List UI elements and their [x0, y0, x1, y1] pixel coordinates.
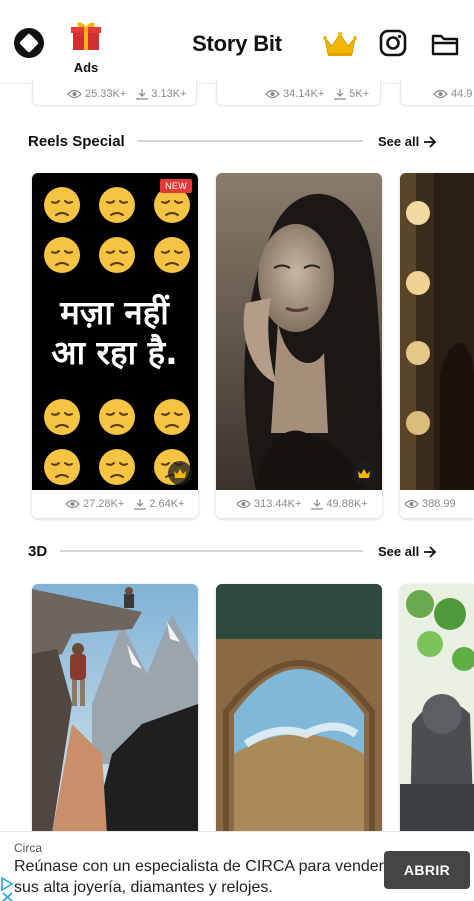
downloads-count: 2.64K+	[149, 498, 185, 510]
sad-face-emoji	[97, 185, 137, 225]
story-card[interactable]	[216, 584, 382, 834]
see-all-button[interactable]: See all	[378, 544, 437, 559]
folder-icon	[431, 34, 459, 56]
sad-face-emoji	[42, 235, 82, 275]
story-card[interactable]	[32, 584, 198, 834]
see-all-label: See all	[378, 544, 420, 559]
see-all-button[interactable]: See all	[378, 134, 437, 149]
arch-image	[216, 584, 382, 834]
folder-button[interactable]	[430, 30, 460, 58]
story-card[interactable]: 313.44K+ 49.88K+	[216, 173, 382, 518]
card-footer: 388.99	[400, 490, 474, 518]
story-card[interactable]: मज़ा नहीं आ रहा है. NEW 27.28K+ 2.64K+	[32, 173, 198, 518]
download-icon	[311, 499, 324, 510]
card-stats: 34.14K+ 5K+	[265, 88, 379, 100]
story-card[interactable]	[400, 584, 474, 834]
app-logo-icon[interactable]	[12, 26, 46, 60]
ads-button[interactable]: Ads	[66, 18, 106, 78]
statue-image	[400, 584, 474, 834]
card-stats: 25.33K+ 3.13K+	[67, 88, 196, 100]
ad-choices-icon[interactable]	[0, 876, 16, 901]
views-count: 313.44K+	[254, 498, 302, 510]
instagram-icon	[379, 29, 407, 57]
story-thumbnail	[216, 584, 382, 834]
app-title: Story Bit	[192, 31, 282, 56]
download-icon	[334, 89, 346, 100]
downloads-count: 3.13K+	[151, 88, 187, 100]
section-divider	[137, 140, 363, 142]
story-thumbnail: मज़ा नहीं आ रहा है. NEW	[32, 173, 198, 491]
premium-crown-button[interactable]	[322, 30, 358, 58]
card-stats: 27.28K+ 2.64K+	[65, 498, 194, 510]
app-screen: Ads Story Bit 25.33K+ 3.13K+ 34.14K+ 5K+…	[0, 0, 474, 901]
gift-icon	[70, 18, 102, 57]
new-badge: NEW	[160, 179, 192, 193]
downloads-count: 49.88K+	[326, 498, 368, 510]
arrow-right-icon	[424, 545, 437, 558]
card-footer[interactable]: 25.33K+ 3.13K+	[32, 80, 197, 106]
views-count: 388.99	[422, 498, 456, 510]
story-text: मज़ा नहीं आ रहा है.	[32, 293, 197, 372]
story-card[interactable]: 388.99	[400, 173, 474, 518]
hiker-cliff-image	[32, 584, 198, 834]
card-footer: 313.44K+ 49.88K+	[216, 490, 382, 518]
ad-banner[interactable]: Circa Reúnase con un especialista de CIR…	[0, 831, 474, 901]
eye-icon	[67, 89, 82, 99]
sad-face-emoji	[42, 397, 82, 437]
sad-face-emoji	[152, 397, 192, 437]
instagram-button[interactable]	[378, 28, 408, 58]
downloads-count: 5K+	[349, 88, 370, 100]
crown-icon	[323, 32, 357, 56]
card-footer[interactable]: 34.14K+ 5K+	[216, 80, 381, 106]
sad-face-emoji	[97, 447, 137, 487]
arrow-right-icon	[424, 135, 437, 148]
sad-face-emoji	[42, 447, 82, 487]
story-thumbnail	[400, 584, 474, 834]
section-divider	[60, 550, 363, 552]
story-text-line1: मज़ा नहीं	[60, 293, 169, 332]
section-title: 3D	[28, 543, 48, 560]
card-stats: 44.9	[433, 88, 474, 100]
emoji-grid	[32, 185, 198, 285]
ad-open-button[interactable]: ABRIR	[384, 851, 470, 889]
sad-face-emoji	[152, 235, 192, 275]
portrait-image	[216, 173, 382, 491]
eye-icon	[236, 499, 251, 509]
sad-face-emoji	[42, 185, 82, 225]
views-count: 25.33K+	[85, 88, 127, 100]
eye-icon	[433, 89, 448, 99]
see-all-label: See all	[378, 134, 420, 149]
views-count: 44.9	[451, 88, 473, 100]
eye-icon	[404, 499, 419, 509]
vanity-lights-image	[400, 173, 474, 491]
story-thumbnail	[216, 173, 382, 491]
premium-crown-icon	[168, 461, 192, 485]
ads-label: Ads	[73, 60, 99, 75]
ad-brand: Circa	[14, 841, 43, 855]
sad-face-emoji	[97, 397, 137, 437]
ad-text: Reúnase con un especialista de CIRCA par…	[14, 858, 384, 896]
download-icon	[134, 499, 146, 510]
views-count: 34.14K+	[283, 88, 325, 100]
top-bar: Ads Story Bit	[0, 0, 474, 84]
story-thumbnail	[400, 173, 474, 491]
card-stats: 388.99	[404, 498, 466, 510]
story-thumbnail	[32, 584, 198, 834]
story-text-line2: आ रहा है.	[51, 332, 178, 372]
card-stats: 313.44K+ 49.88K+	[236, 498, 378, 510]
eye-icon	[65, 499, 80, 509]
premium-crown-icon	[352, 461, 376, 485]
section-title: Reels Special	[28, 133, 125, 150]
download-icon	[136, 89, 148, 100]
eye-icon	[265, 89, 280, 99]
card-footer: 27.28K+ 2.64K+	[32, 490, 198, 518]
card-footer[interactable]: 44.9	[400, 80, 474, 106]
views-count: 27.28K+	[83, 498, 125, 510]
sad-face-emoji	[97, 235, 137, 275]
